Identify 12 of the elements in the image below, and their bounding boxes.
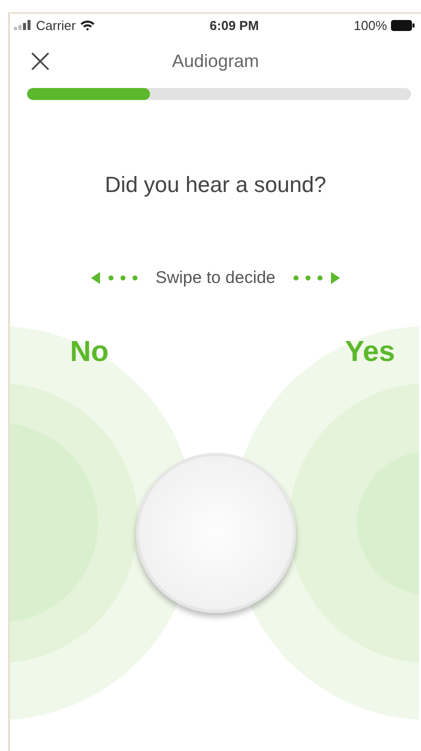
carrier-name: Carrier	[36, 18, 76, 32]
battery-percent: 100%	[354, 18, 387, 32]
close-button[interactable]: ×	[26, 46, 54, 76]
signal-icon	[14, 20, 32, 30]
wifi-icon	[80, 20, 95, 30]
choice-label: Yes	[345, 336, 395, 369]
clock-time: 6:09 PM	[210, 18, 259, 32]
screen-title: Audiogram	[172, 50, 260, 72]
choice-label: No	[70, 336, 109, 369]
question-text: Did you hear a sound?	[104, 172, 328, 198]
battery-icon	[391, 20, 415, 30]
swipe-hint: Swipe to decide	[155, 268, 276, 288]
